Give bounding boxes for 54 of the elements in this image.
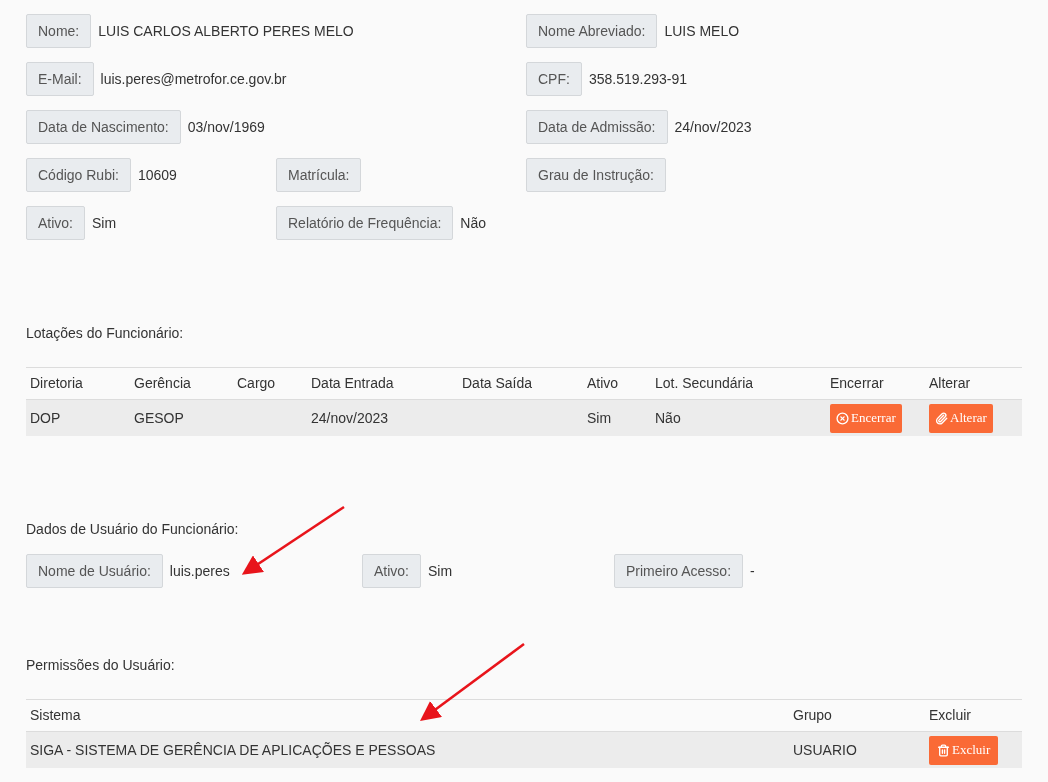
close-button[interactable]: Encerrar xyxy=(830,403,902,433)
column-header: Gerência xyxy=(134,374,191,393)
field-value: 358.519.293-91 xyxy=(588,69,687,89)
column-header: Excluir xyxy=(929,706,971,725)
field-label: Ativo: xyxy=(26,206,85,240)
field-label: E-Mail: xyxy=(26,62,94,96)
column-header: Lot. Secundária xyxy=(655,374,754,393)
field-value: - xyxy=(750,561,755,581)
field-value: LUIS MELO xyxy=(664,21,740,41)
delete-button[interactable]: Excluir xyxy=(929,735,999,765)
field-value: Não xyxy=(460,213,486,233)
table-cell-text: Não xyxy=(655,408,681,428)
column-header: Alterar xyxy=(929,374,971,393)
trash-icon xyxy=(937,743,950,757)
column-header: Data Saída xyxy=(462,374,533,393)
field-label: Nome: xyxy=(26,14,92,48)
field-label: Grau de Instrução: xyxy=(526,158,666,192)
column-header: Sistema xyxy=(30,706,81,725)
table-cell-text: USUARIO xyxy=(793,740,857,760)
field-label: Matrícula: xyxy=(276,158,362,192)
field-label: CPF: xyxy=(526,62,582,96)
field-label: Código Rubi: xyxy=(26,158,131,192)
table-cell-text: DOP xyxy=(30,408,61,428)
field-value: 03/nov/1969 xyxy=(187,117,265,137)
table-cell-text: GESOP xyxy=(134,408,184,428)
field-value: luis.peres@metrofor.ce.gov.br xyxy=(100,69,287,89)
column-header: Cargo xyxy=(237,374,276,393)
section-title: Permissões do Usuário: xyxy=(26,656,175,675)
field-label: Nome de Usuário: xyxy=(26,554,163,588)
field-label: Relatório de Frequência: xyxy=(276,206,454,240)
field-label: Primeiro Acesso: xyxy=(614,554,744,588)
close-circle-icon xyxy=(836,411,849,425)
column-header: Grupo xyxy=(793,706,832,725)
edit-button[interactable]: Alterar xyxy=(929,403,993,433)
field-value: LUIS CARLOS ALBERTO PERES MELO xyxy=(98,21,354,41)
field-label: Data de Admissão: xyxy=(526,110,668,144)
table-cell-text: 24/nov/2023 xyxy=(311,408,389,428)
paperclip-icon xyxy=(935,411,948,425)
field-value: 10609 xyxy=(137,165,177,185)
column-header: Diretoria xyxy=(30,374,83,393)
field-value: Sim xyxy=(428,561,453,581)
field-value: Sim xyxy=(92,213,117,233)
field-label: Ativo: xyxy=(362,554,421,588)
section-title: Dados de Usuário do Funcionário: xyxy=(26,520,239,539)
field-label: Data de Nascimento: xyxy=(26,110,181,144)
table-cell-text: SIGA - SISTEMA DE GERÊNCIA DE APLICAÇÕES E PESSOAS xyxy=(30,740,436,760)
field-value: luis.peres xyxy=(169,561,230,581)
column-header: Encerrar xyxy=(830,374,884,393)
field-label: Nome Abreviado: xyxy=(526,14,658,48)
table-cell-text: Sim xyxy=(587,408,612,428)
field-value: 24/nov/2023 xyxy=(674,117,752,137)
column-header: Data Entrada xyxy=(311,374,394,393)
column-header: Ativo xyxy=(587,374,619,393)
section-title: Lotações do Funcionário: xyxy=(26,324,184,343)
